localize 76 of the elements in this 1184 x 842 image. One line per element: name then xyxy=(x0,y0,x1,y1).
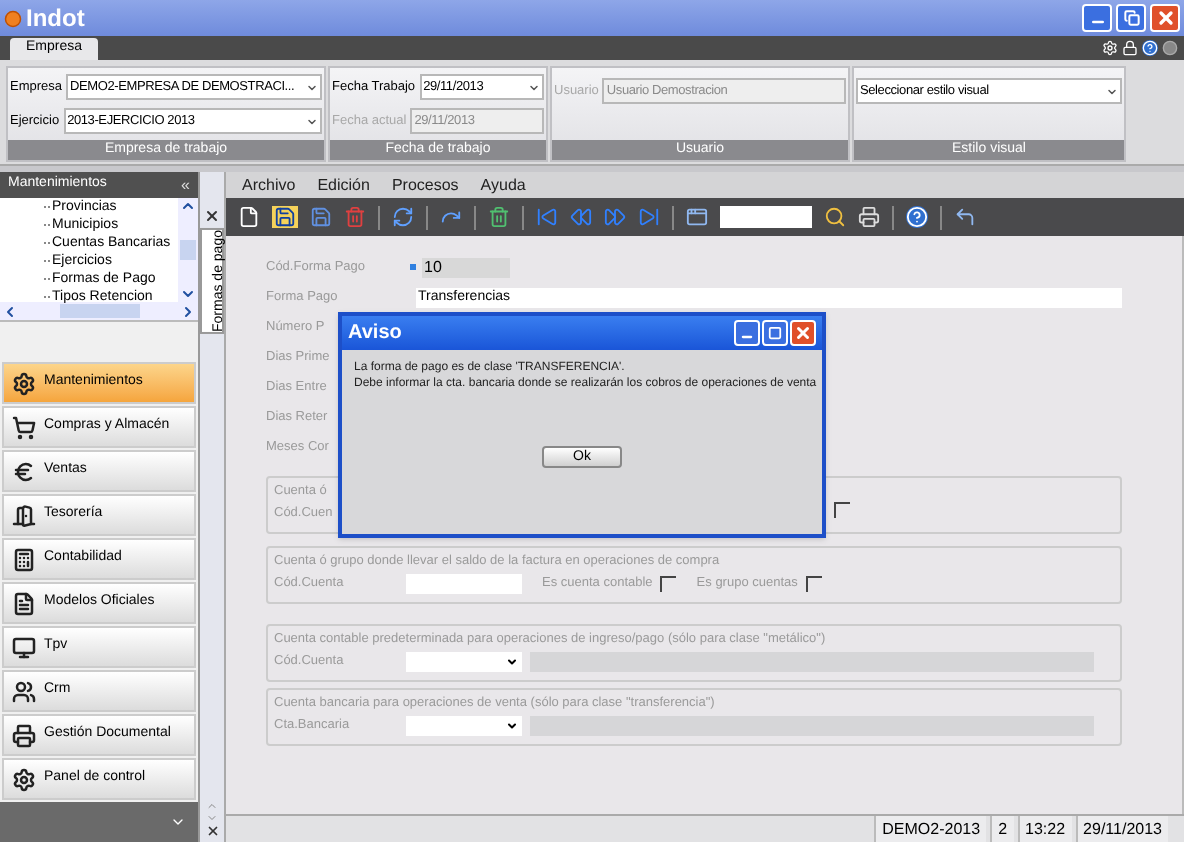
minimize-button[interactable] xyxy=(734,320,760,346)
scroll-right-icon[interactable] xyxy=(180,303,196,319)
maximize-button[interactable] xyxy=(762,320,788,346)
close-button[interactable] xyxy=(790,320,816,346)
restore-icon xyxy=(1123,10,1139,26)
help-icon[interactable] xyxy=(1142,40,1158,56)
people-icon xyxy=(12,679,36,703)
checkbox[interactable] xyxy=(834,502,850,519)
recycle-bin-icon[interactable] xyxy=(488,206,510,228)
caret-icon xyxy=(528,81,540,93)
close-button[interactable] xyxy=(1150,4,1180,32)
app-logo-icon xyxy=(4,9,22,27)
caret-icon xyxy=(506,720,518,732)
dialog-title: Aviso xyxy=(348,320,402,348)
search-field[interactable] xyxy=(720,206,812,228)
scroll-down-icon[interactable] xyxy=(180,286,196,302)
menu-item[interactable]: Archivo xyxy=(242,173,296,197)
monitor-icon xyxy=(12,635,36,659)
caret-icon xyxy=(1106,85,1118,97)
help-icon[interactable] xyxy=(906,206,928,228)
search-icon[interactable] xyxy=(824,206,846,228)
required-mark-icon xyxy=(410,264,416,270)
close-icon[interactable] xyxy=(205,824,219,838)
window-icon[interactable] xyxy=(686,206,708,228)
last-record-icon[interactable] xyxy=(638,206,660,228)
settings-icon[interactable] xyxy=(1102,40,1118,56)
door-icon xyxy=(12,503,36,527)
scroll-left-icon[interactable] xyxy=(2,303,18,319)
save-button[interactable] xyxy=(272,206,298,228)
sphere-icon[interactable] xyxy=(1162,40,1178,56)
menu-item[interactable]: Edición xyxy=(317,173,370,197)
close-icon xyxy=(1155,8,1175,28)
scrollbar-thumb[interactable] xyxy=(59,304,139,318)
text-field[interactable] xyxy=(406,574,522,594)
checkbox[interactable] xyxy=(805,576,822,592)
caret-icon xyxy=(506,656,518,668)
status-cell: DEMO2-2013 xyxy=(874,816,987,842)
save-icon[interactable] xyxy=(310,206,332,228)
scrollbar-thumb[interactable] xyxy=(180,240,196,260)
status-cell: 2 xyxy=(990,816,1014,842)
previous-record-icon[interactable] xyxy=(570,206,592,228)
close-icon xyxy=(794,324,812,342)
restore-button[interactable] xyxy=(1116,4,1146,32)
text-field[interactable]: 10 xyxy=(422,257,510,277)
status-cell: 13:22 xyxy=(1017,816,1072,842)
printer-icon xyxy=(12,723,36,747)
gear-icon xyxy=(12,767,36,791)
checkbox[interactable] xyxy=(660,576,677,592)
calculator-icon xyxy=(12,547,36,571)
scrollbar[interactable] xyxy=(0,302,198,320)
caret-icon xyxy=(306,81,318,93)
close-icon[interactable] xyxy=(204,208,220,224)
status-cell: 29/11/2013 xyxy=(1075,816,1168,842)
scroll-up-icon[interactable] xyxy=(180,198,196,214)
minimize-icon xyxy=(740,330,754,344)
caret-icon[interactable] xyxy=(170,814,186,830)
printer-icon[interactable] xyxy=(858,206,880,228)
scrollbar[interactable] xyxy=(178,198,198,302)
redo-icon[interactable] xyxy=(440,206,462,228)
caret-icon xyxy=(306,115,318,127)
next-record-icon[interactable] xyxy=(604,206,626,228)
document-icon xyxy=(12,591,36,615)
euro-icon xyxy=(12,459,36,483)
minimize-button[interactable] xyxy=(1082,4,1112,32)
new-file-icon[interactable] xyxy=(238,206,260,228)
lock-icon[interactable] xyxy=(1122,40,1138,56)
menu-item[interactable]: Ayuda xyxy=(480,173,526,197)
collapse-button[interactable]: « xyxy=(181,177,190,193)
window-title: Indot xyxy=(26,2,85,36)
maximize-icon xyxy=(768,326,782,340)
back-icon[interactable] xyxy=(954,206,976,228)
first-record-icon[interactable] xyxy=(536,206,558,228)
cart-icon xyxy=(12,415,36,439)
gear-icon xyxy=(12,371,36,395)
menu-item[interactable]: Procesos xyxy=(391,173,459,197)
refresh-icon[interactable] xyxy=(392,206,414,228)
